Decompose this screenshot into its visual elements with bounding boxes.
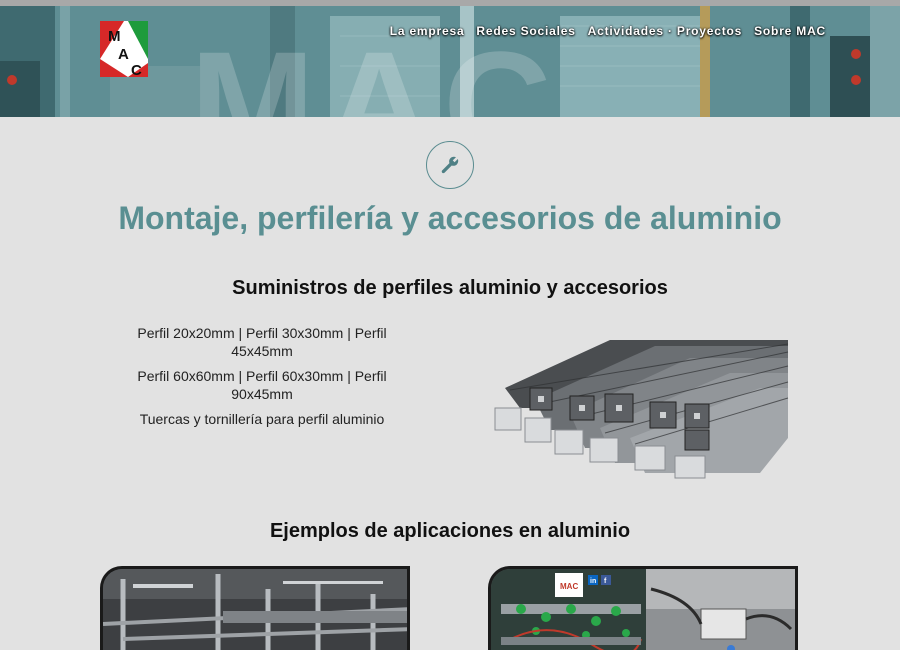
logo-icon: M A C [100,21,148,79]
list-item: Tuercas y tornillería para perfil alumin… [139,411,385,427]
section-title-suministros: Suministros de perfiles aluminio y acces… [232,277,668,299]
hero-header: MAC M A C La empresa Redes Sociales Acti… [0,6,900,117]
application-image-1 [103,569,407,650]
logo-letter-c: C [131,62,142,79]
page-title: Montaje, perfilería y accesorios de alum… [118,200,782,236]
application-card-2[interactable]: MAC in f [488,566,798,650]
logo-letter-a: A [118,46,129,63]
aluminum-profiles-image [494,340,789,479]
nav-actividades-proyectos[interactable]: Actividades · Proyectos [588,24,742,38]
nav-redes-sociales[interactable]: Redes Sociales [476,24,575,38]
mac-logo[interactable]: M A C [98,19,150,79]
section-title-ejemplos: Ejemplos de aplicaciones en aluminio [269,520,631,542]
main-nav: La empresa Redes Sociales Actividades · … [390,24,826,38]
list-item: Perfil 20x20mm | Perfil 30x30mm | Perfil… [137,325,387,359]
application-image-2: MAC in f [491,569,795,650]
svg-text:in: in [590,578,596,585]
nav-sobre-mac[interactable]: Sobre MAC [754,24,826,38]
nav-la-empresa[interactable]: La empresa [390,24,465,38]
profile-list: Perfil 20x20mm | Perfil 30x30mm | Perfil… [125,324,399,435]
logo-letter-m: M [108,28,121,45]
svg-text:MAC: MAC [560,582,578,591]
wrench-icon-circle [426,141,474,189]
list-item: Perfil 60x60mm | Perfil 60x30mm | Perfil… [137,368,387,402]
application-card-1[interactable] [100,566,410,650]
wrench-icon [441,156,459,174]
